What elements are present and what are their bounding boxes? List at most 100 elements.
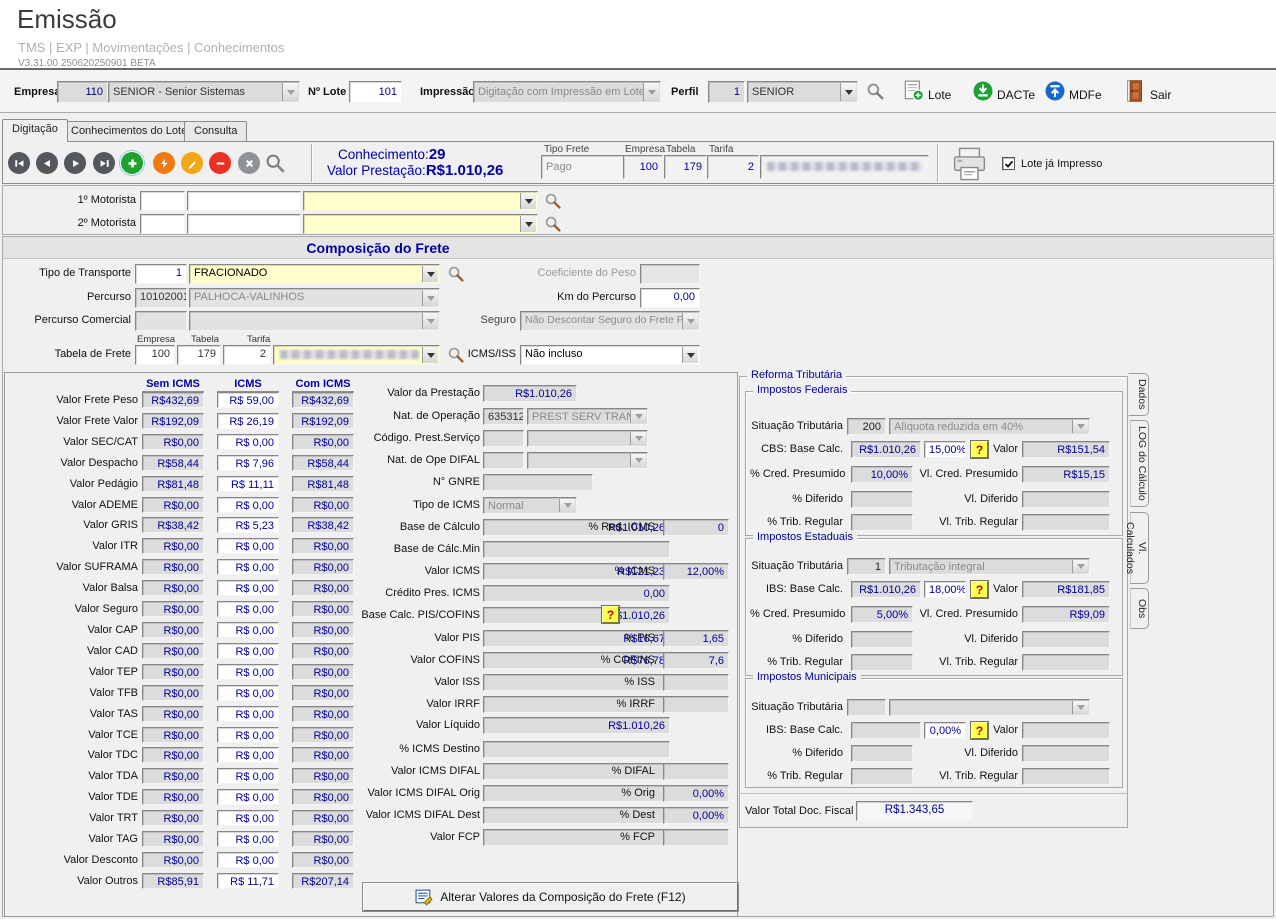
quick-action-button[interactable]: [153, 152, 175, 174]
sem-icms-value-field[interactable]: R$0,00: [142, 768, 204, 784]
first-record-button[interactable]: [8, 152, 30, 174]
previous-record-button[interactable]: [36, 152, 58, 174]
mun-situacao-code-field[interactable]: [847, 699, 886, 716]
sem-icms-value-field[interactable]: R$0,00: [142, 789, 204, 805]
sem-icms-value-field[interactable]: R$0,00: [142, 580, 204, 596]
sem-icms-value-field[interactable]: R$0,00: [142, 706, 204, 722]
chevron-down-icon[interactable]: [422, 347, 438, 363]
empresa-code-field[interactable]: 110: [57, 81, 108, 103]
delete-record-button[interactable]: [209, 152, 231, 174]
mun-vl-trib-field[interactable]: [1022, 768, 1110, 785]
sem-icms-value-field[interactable]: R$0,00: [142, 601, 204, 617]
chevron-down-icon[interactable]: [682, 347, 698, 363]
fed-base-field[interactable]: R$1.010,26: [851, 441, 921, 458]
tipo-transporte-code-field[interactable]: 1: [135, 264, 187, 284]
pct-fcp-field[interactable]: [663, 829, 729, 846]
sem-icms-value-field[interactable]: R$0,00: [142, 643, 204, 659]
percurso-code-field[interactable]: 10102001: [135, 288, 187, 308]
rb-tarifa-field[interactable]: 2: [707, 155, 759, 179]
motorista1-search-icon[interactable]: [544, 192, 562, 215]
icms-value-field[interactable]: R$ 11,71: [217, 873, 279, 889]
icms-value-field[interactable]: R$ 0,00: [217, 559, 279, 575]
base-pis-cofins-field[interactable]: R$1.010,26: [483, 607, 670, 624]
impressao-combo[interactable]: Digitação com Impressão em Lote: [473, 81, 661, 103]
pct-icms-field[interactable]: 12,00%: [663, 563, 729, 580]
icms-value-field[interactable]: R$ 0,00: [217, 852, 279, 868]
motorista1-doc-field[interactable]: [187, 191, 301, 211]
chevron-down-icon[interactable]: [422, 290, 438, 306]
tipo-icms-combo[interactable]: Normal: [483, 497, 577, 514]
tab-conhecimentos-do-lote[interactable]: Conhecimentos do Lote: [61, 121, 197, 142]
sem-icms-value-field[interactable]: R$0,00: [142, 622, 204, 638]
mun-vl-diferido-field[interactable]: [1022, 745, 1110, 762]
tab-digitacao[interactable]: Digitação: [2, 119, 68, 142]
nat-operacao-code-field[interactable]: 635312: [483, 408, 524, 425]
lote-button-label[interactable]: Lote: [928, 88, 951, 102]
motorista2-name-combo[interactable]: [303, 214, 538, 234]
sem-icms-value-field[interactable]: R$0,00: [142, 727, 204, 743]
icms-value-field[interactable]: R$ 0,00: [217, 810, 279, 826]
pis-cofins-help-button[interactable]: ?: [602, 606, 619, 623]
fed-vl-diferido-field[interactable]: [1022, 491, 1110, 508]
sair-button[interactable]: [1127, 80, 1142, 107]
icms-value-field[interactable]: R$ 0,00: [217, 643, 279, 659]
rb-empresa-field[interactable]: 100: [623, 155, 663, 179]
est-situacao-combo[interactable]: Tributação integral: [889, 558, 1090, 575]
est-vl-diferido-field[interactable]: [1022, 631, 1110, 648]
cod-prest-servico-code-field[interactable]: [483, 430, 524, 447]
tf-tarifa-field[interactable]: 2: [223, 345, 271, 365]
com-icms-value-field[interactable]: R$0,00: [292, 852, 354, 868]
chevron-down-icon[interactable]: [1072, 420, 1088, 433]
fed-cred-vl-field[interactable]: R$15,15: [1022, 466, 1110, 483]
cancel-button[interactable]: [238, 152, 260, 174]
icms-value-field[interactable]: R$ 0,00: [217, 685, 279, 701]
seguro-combo[interactable]: Não Descontar Seguro do Frete P: [520, 311, 700, 331]
chevron-down-icon[interactable]: [520, 216, 536, 232]
icms-value-field[interactable]: R$ 0,00: [217, 727, 279, 743]
motorista2-code-field[interactable]: [140, 214, 185, 234]
chevron-down-icon[interactable]: [1072, 701, 1088, 714]
sem-icms-value-field[interactable]: R$0,00: [142, 831, 204, 847]
est-situacao-code-field[interactable]: 1: [847, 558, 886, 575]
mdfe-button-label[interactable]: MDFe: [1069, 88, 1102, 102]
icms-value-field[interactable]: R$ 0,00: [217, 664, 279, 680]
sem-icms-value-field[interactable]: R$0,00: [142, 434, 204, 450]
sem-icms-value-field[interactable]: R$38,42: [142, 517, 204, 533]
alterar-valores-button[interactable]: Alterar Valores da Composição do Frete (…: [363, 883, 738, 911]
motorista1-name-combo[interactable]: [303, 191, 538, 211]
motorista1-code-field[interactable]: [140, 191, 185, 211]
chevron-down-icon[interactable]: [682, 313, 698, 329]
sem-icms-value-field[interactable]: R$0,00: [142, 664, 204, 680]
sem-icms-value-field[interactable]: R$0,00: [142, 747, 204, 763]
pct-pis-field[interactable]: 1,65: [663, 630, 729, 647]
side-tab-vl-calculados[interactable]: Vl. Calculados: [1130, 512, 1149, 584]
sem-icms-value-field[interactable]: R$85,91: [142, 873, 204, 889]
icms-value-field[interactable]: R$ 11,11: [217, 476, 279, 492]
tab-consulta[interactable]: Consulta: [184, 121, 247, 142]
sair-button-label[interactable]: Sair: [1150, 88, 1171, 102]
sem-icms-value-field[interactable]: R$0,00: [142, 559, 204, 575]
perfil-code-field[interactable]: 1: [708, 81, 745, 103]
tf-empresa-field[interactable]: 100: [135, 345, 175, 365]
icms-value-field[interactable]: R$ 0,00: [217, 706, 279, 722]
red-icms-field[interactable]: 0: [663, 519, 729, 536]
next-record-button[interactable]: [64, 152, 86, 174]
icms-value-field[interactable]: R$ 0,00: [217, 747, 279, 763]
km-percurso-field[interactable]: 0,00: [640, 288, 700, 308]
chevron-down-icon[interactable]: [422, 313, 438, 329]
est-vl-trib-field[interactable]: [1022, 654, 1110, 671]
mdfe-button[interactable]: [1045, 81, 1065, 106]
motorista2-doc-field[interactable]: [187, 214, 301, 234]
percurso-comercial-combo[interactable]: [189, 311, 440, 331]
fed-vl-trib-field[interactable]: [1022, 514, 1110, 531]
fed-situacao-code-field[interactable]: 200: [847, 418, 886, 435]
lote-button[interactable]: [903, 80, 924, 106]
num-lote-field[interactable]: 101: [349, 81, 402, 103]
pct-iss-field[interactable]: [663, 674, 729, 691]
chevron-down-icon[interactable]: [520, 193, 536, 209]
icms-value-field[interactable]: R$ 26,19: [217, 413, 279, 429]
fed-valor-field[interactable]: R$151,54: [1022, 441, 1110, 458]
pct-cofins-field[interactable]: 7,6: [663, 652, 729, 669]
pct-dest-field[interactable]: 0,00%: [663, 807, 729, 824]
sem-icms-value-field[interactable]: R$0,00: [142, 538, 204, 554]
